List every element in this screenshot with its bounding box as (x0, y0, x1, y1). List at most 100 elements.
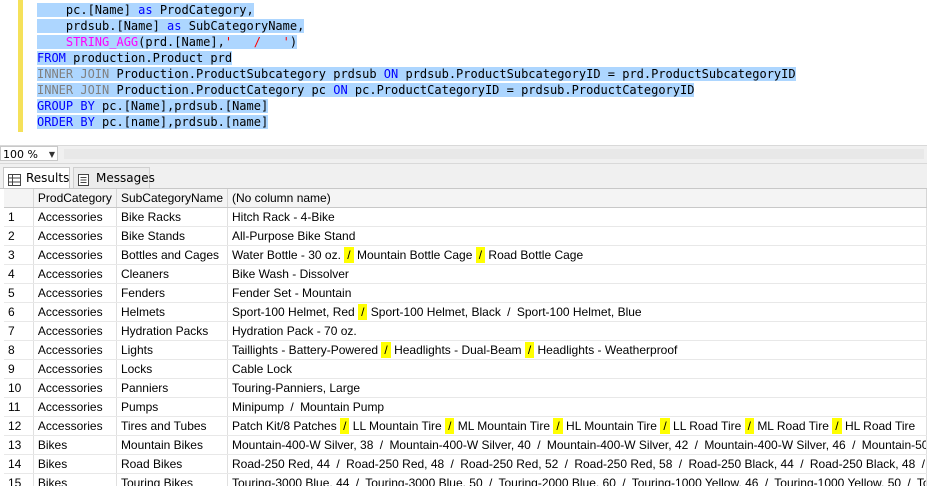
cell-subcategory[interactable]: Panniers (116, 378, 229, 398)
cell-prod-category[interactable]: Accessories (33, 359, 117, 379)
cell-subcategory[interactable]: Road Bikes (116, 454, 229, 474)
cell-aggregated-names[interactable]: Patch Kit/8 Patches / LL Mountain Tire /… (227, 416, 927, 436)
cell-subcategory[interactable]: Mountain Bikes (116, 435, 229, 455)
cell-prod-category[interactable]: Accessories (33, 397, 117, 417)
row-number[interactable]: 3 (4, 245, 34, 265)
row-number[interactable]: 14 (4, 454, 34, 474)
cell-aggregated-names[interactable]: Minipump / Mountain Pump (227, 397, 927, 417)
cell-prod-category[interactable]: Accessories (33, 378, 117, 398)
row-number[interactable]: 12 (4, 416, 34, 436)
zoom-select[interactable]: 100 % ▼ (0, 146, 58, 161)
results-grid[interactable]: ProdCategory SubCategoryName (No column … (4, 189, 927, 486)
cell-aggregated-names[interactable]: Fender Set - Mountain (227, 283, 927, 303)
chevron-down-icon[interactable]: ▼ (49, 147, 55, 162)
cell-prod-category[interactable]: Accessories (33, 226, 117, 246)
product-name: Touring-Panniers, Large (232, 381, 361, 395)
table-row[interactable]: 12 Accessories Tires and Tubes Patch Kit/8 … (4, 416, 927, 436)
row-number[interactable]: 15 (4, 473, 34, 486)
code-line[interactable]: pc.[Name] as ProdCategory, (37, 2, 796, 18)
row-number[interactable]: 8 (4, 340, 34, 360)
row-number[interactable]: 6 (4, 302, 34, 322)
cell-subcategory[interactable]: Cleaners (116, 264, 229, 284)
code-token: ) (289, 35, 298, 49)
tab-messages[interactable]: Messages (73, 167, 155, 188)
row-number[interactable]: 4 (4, 264, 34, 284)
table-row[interactable]: 6 Accessories Helmets Sport-100 Helmet, Red… (4, 302, 927, 322)
cell-aggregated-names[interactable]: Bike Wash - Dissolver (227, 264, 927, 284)
tab-results[interactable]: Results (3, 167, 70, 188)
row-number[interactable]: 5 (4, 283, 34, 303)
cell-subcategory[interactable]: Pumps (116, 397, 229, 417)
product-name: Road Bottle Cage (488, 248, 584, 262)
cell-aggregated-names[interactable]: Touring-3000 Blue, 44 / Touring-3000 Blu… (227, 473, 927, 486)
cell-prod-category[interactable]: Accessories (33, 340, 117, 360)
row-number[interactable]: 9 (4, 359, 34, 379)
table-row[interactable]: 2 Accessories Bike Stands All-Purpose Bike … (4, 226, 927, 246)
table-row[interactable]: 7 Accessories Hydration Packs Hydration Pac… (4, 321, 927, 341)
column-header[interactable]: SubCategoryName (116, 189, 229, 208)
cell-subcategory[interactable]: Bike Racks (116, 207, 229, 227)
cell-aggregated-names[interactable]: Mountain-400-W Silver, 38 / Mountain-400… (227, 435, 927, 455)
sql-code[interactable]: pc.[Name] as ProdCategory, prdsub.[Name]… (37, 2, 796, 130)
cell-aggregated-names[interactable]: Water Bottle - 30 oz. / Mountain Bottle … (227, 245, 927, 265)
code-line[interactable]: prdsub.[Name] as SubCategoryName, (37, 18, 796, 34)
cell-aggregated-names[interactable]: Sport-100 Helmet, Red / Sport-100 Helmet… (227, 302, 927, 322)
cell-subcategory[interactable]: Tires and Tubes (116, 416, 229, 436)
cell-prod-category[interactable]: Accessories (33, 302, 117, 322)
table-row[interactable]: 9 Accessories Locks Cable Lock (4, 359, 927, 379)
code-line[interactable]: ORDER BY pc.[name],prdsub.[name] (37, 114, 796, 130)
table-row[interactable]: 4 Accessories Cleaners Bike Wash - Dissolve… (4, 264, 927, 284)
column-header[interactable]: (No column name) (227, 189, 927, 208)
table-row[interactable]: 11 Accessories Pumps Minipump / Mountain Pu… (4, 397, 927, 417)
cell-aggregated-names[interactable]: Touring-Panniers, Large (227, 378, 927, 398)
table-row[interactable]: 1 Accessories Bike Racks Hitch Rack - 4-Bik… (4, 207, 927, 227)
row-number[interactable]: 2 (4, 226, 34, 246)
table-row[interactable]: 14 Bikes Road Bikes Road-250 Red, 44 / Road… (4, 454, 927, 474)
cell-aggregated-names[interactable]: Cable Lock (227, 359, 927, 379)
row-number[interactable]: 10 (4, 378, 34, 398)
cell-aggregated-names[interactable]: All-Purpose Bike Stand (227, 226, 927, 246)
table-row[interactable]: 15 Bikes Touring Bikes Touring-3000 Blue, 4… (4, 473, 927, 486)
cell-subcategory[interactable]: Lights (116, 340, 229, 360)
table-row[interactable]: 10 Accessories Panniers Touring-Panniers, L… (4, 378, 927, 398)
cell-subcategory[interactable]: Locks (116, 359, 229, 379)
cell-subcategory[interactable]: Helmets (116, 302, 229, 322)
row-number[interactable]: 13 (4, 435, 34, 455)
cell-prod-category[interactable]: Accessories (33, 264, 117, 284)
cell-prod-category[interactable]: Accessories (33, 416, 117, 436)
cell-prod-category[interactable]: Accessories (33, 283, 117, 303)
table-row[interactable]: 3 Accessories Bottles and Cages Water Bottl… (4, 245, 927, 265)
cell-prod-category[interactable]: Bikes (33, 473, 117, 486)
cell-prod-category[interactable]: Accessories (33, 321, 117, 341)
table-row[interactable]: 5 Accessories Fenders Fender Set - Mountain (4, 283, 927, 303)
separator: / (507, 305, 511, 319)
code-line[interactable]: GROUP BY pc.[Name],prdsub.[Name] (37, 98, 796, 114)
cell-subcategory[interactable]: Bike Stands (116, 226, 229, 246)
cell-prod-category[interactable]: Accessories (33, 245, 117, 265)
cell-subcategory[interactable]: Fenders (116, 283, 229, 303)
cell-aggregated-names[interactable]: Hitch Rack - 4-Bike (227, 207, 927, 227)
cell-prod-category[interactable]: Bikes (33, 454, 117, 474)
row-number[interactable]: 11 (4, 397, 34, 417)
column-header[interactable]: ProdCategory (33, 189, 117, 208)
cell-aggregated-names[interactable]: Taillights - Battery-Powered / Headlight… (227, 340, 927, 360)
code-line[interactable]: INNER JOIN Production.ProductCategory pc… (37, 82, 796, 98)
code-line[interactable]: FROM production.Product prd (37, 50, 796, 66)
cell-aggregated-names[interactable]: Road-250 Red, 44 / Road-250 Red, 48 / Ro… (227, 454, 927, 474)
cell-subcategory[interactable]: Bottles and Cages (116, 245, 229, 265)
code-token: prdsub.[Name] (37, 19, 168, 33)
cell-prod-category[interactable]: Bikes (33, 435, 117, 455)
row-number[interactable]: 7 (4, 321, 34, 341)
code-line[interactable]: STRING_AGG(prd.[Name],' / ') (37, 34, 796, 50)
cell-subcategory[interactable]: Touring Bikes (116, 473, 229, 486)
table-row[interactable]: 13 Bikes Mountain Bikes Mountain-400-W Silv… (4, 435, 927, 455)
cell-subcategory[interactable]: Hydration Packs (116, 321, 229, 341)
query-editor[interactable]: pc.[Name] as ProdCategory, prdsub.[Name]… (0, 0, 927, 144)
row-number-header[interactable] (4, 189, 34, 208)
cell-aggregated-names[interactable]: Hydration Pack - 70 oz. (227, 321, 927, 341)
table-row[interactable]: 8 Accessories Lights Taillights - Battery-P… (4, 340, 927, 360)
code-line[interactable]: INNER JOIN Production.ProductSubcategory… (37, 66, 796, 82)
horizontal-scrollbar[interactable] (64, 149, 924, 159)
row-number[interactable]: 1 (4, 207, 34, 227)
cell-prod-category[interactable]: Accessories (33, 207, 117, 227)
